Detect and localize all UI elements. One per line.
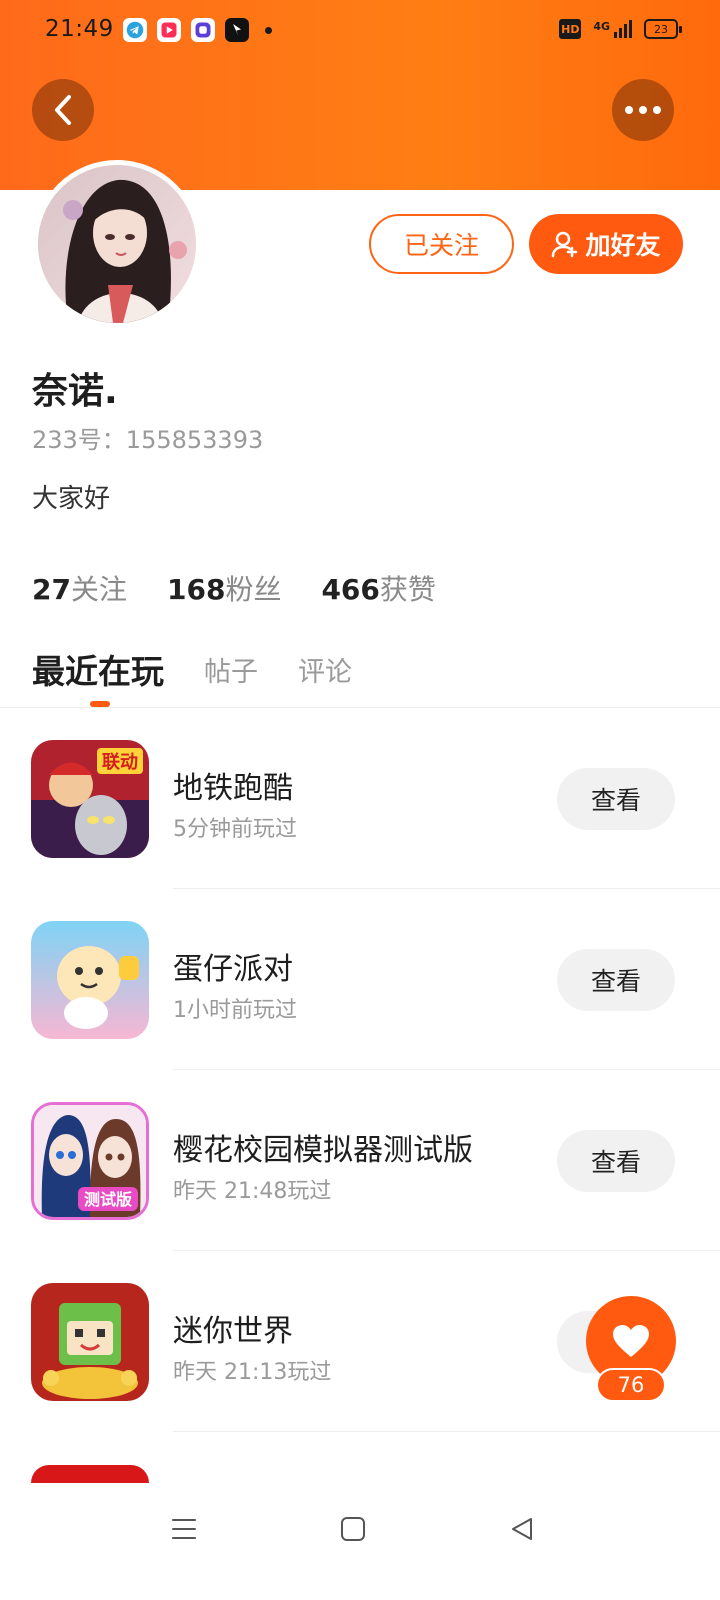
game-played-time: 5分钟前玩过 <box>173 817 297 842</box>
tab-recently-played[interactable]: 最近在玩 <box>32 645 164 693</box>
svg-text:测试版: 测试版 <box>84 1190 132 1209</box>
telegram-icon <box>123 18 147 42</box>
back-triangle-icon <box>512 1518 532 1540</box>
list-item[interactable]: 蛋仔派对 1小时前玩过 查看 <box>0 889 720 1070</box>
user-id: 233号：155853393 <box>32 426 264 454</box>
more-dots-icon <box>625 106 661 114</box>
game-played-time: 1小时前玩过 <box>173 998 297 1023</box>
like-count: 76 <box>596 1368 666 1402</box>
tab-posts[interactable]: 帖子 <box>204 650 258 693</box>
tab-comments[interactable]: 评论 <box>298 650 352 693</box>
avatar[interactable] <box>33 160 201 328</box>
row-divider <box>173 1431 720 1432</box>
game-name: 蛋仔派对 <box>173 952 293 987</box>
status-indicators: HD 4G 23 <box>559 19 682 39</box>
game-played-time: 昨天 21:13玩过 <box>173 1360 332 1385</box>
game-icon-mini-world <box>31 1283 149 1401</box>
system-nav-bar <box>0 1483 720 1600</box>
back-button[interactable] <box>32 79 94 141</box>
list-item[interactable]: 联动 地铁跑酷 5分钟前玩过 查看 <box>0 708 720 889</box>
menu-icon <box>172 1519 196 1539</box>
battery-icon: 23 <box>644 19 682 39</box>
heart-icon <box>613 1325 649 1357</box>
game-icon-eggy-party <box>31 921 149 1039</box>
followed-button[interactable]: 已关注 <box>369 214 514 274</box>
game-name: 樱花校园模拟器测试版 <box>173 1133 473 1168</box>
stats-row: 27关注 168粉丝 466获赞 <box>32 568 436 608</box>
home-square-icon <box>341 1517 365 1541</box>
game-played-time: 昨天 21:48玩过 <box>173 1179 332 1204</box>
add-friend-label: 加好友 <box>585 231 661 260</box>
list-item[interactable]: 测试版 樱花校园模拟器测试版 昨天 21:48玩过 查看 <box>0 1070 720 1251</box>
profile-tabs: 最近在玩 帖子 评论 <box>32 645 352 693</box>
add-user-icon <box>552 231 578 258</box>
chevron-left-icon <box>55 95 71 125</box>
view-button[interactable]: 查看 <box>557 949 675 1011</box>
app-icon <box>225 18 249 42</box>
game-icon-partial <box>31 1465 149 1483</box>
add-friend-button[interactable]: 加好友 <box>529 214 683 274</box>
notification-dot <box>265 26 272 34</box>
browser-icon <box>191 18 215 42</box>
back-nav-button[interactable] <box>504 1511 540 1547</box>
signal-icon: 4G <box>593 20 632 38</box>
status-app-icons <box>123 18 272 42</box>
game-name: 迷你世界 <box>173 1314 293 1349</box>
nickname: 奈诺. <box>32 371 118 412</box>
home-nav-button[interactable] <box>335 1511 371 1547</box>
game-icon-subway-surfers: 联动 <box>31 740 149 858</box>
stat-fans[interactable]: 168粉丝 <box>167 568 281 608</box>
game-name: 地铁跑酷 <box>173 771 293 806</box>
more-button[interactable] <box>612 79 674 141</box>
hd-icon: HD <box>559 19 582 39</box>
bio: 大家好 <box>32 484 111 514</box>
stat-following[interactable]: 27关注 <box>32 568 127 608</box>
video-icon <box>157 18 181 42</box>
game-icon-sakura-school: 测试版 <box>31 1102 149 1220</box>
view-button[interactable]: 查看 <box>557 768 675 830</box>
view-button[interactable]: 查看 <box>557 1130 675 1192</box>
status-time: 21:49 <box>45 16 114 42</box>
status-bar: 21:49 HD 4G 23 <box>0 0 720 62</box>
menu-nav-button[interactable] <box>166 1511 202 1547</box>
stat-likes[interactable]: 466获赞 <box>321 568 435 608</box>
svg-text:联动: 联动 <box>102 752 138 773</box>
